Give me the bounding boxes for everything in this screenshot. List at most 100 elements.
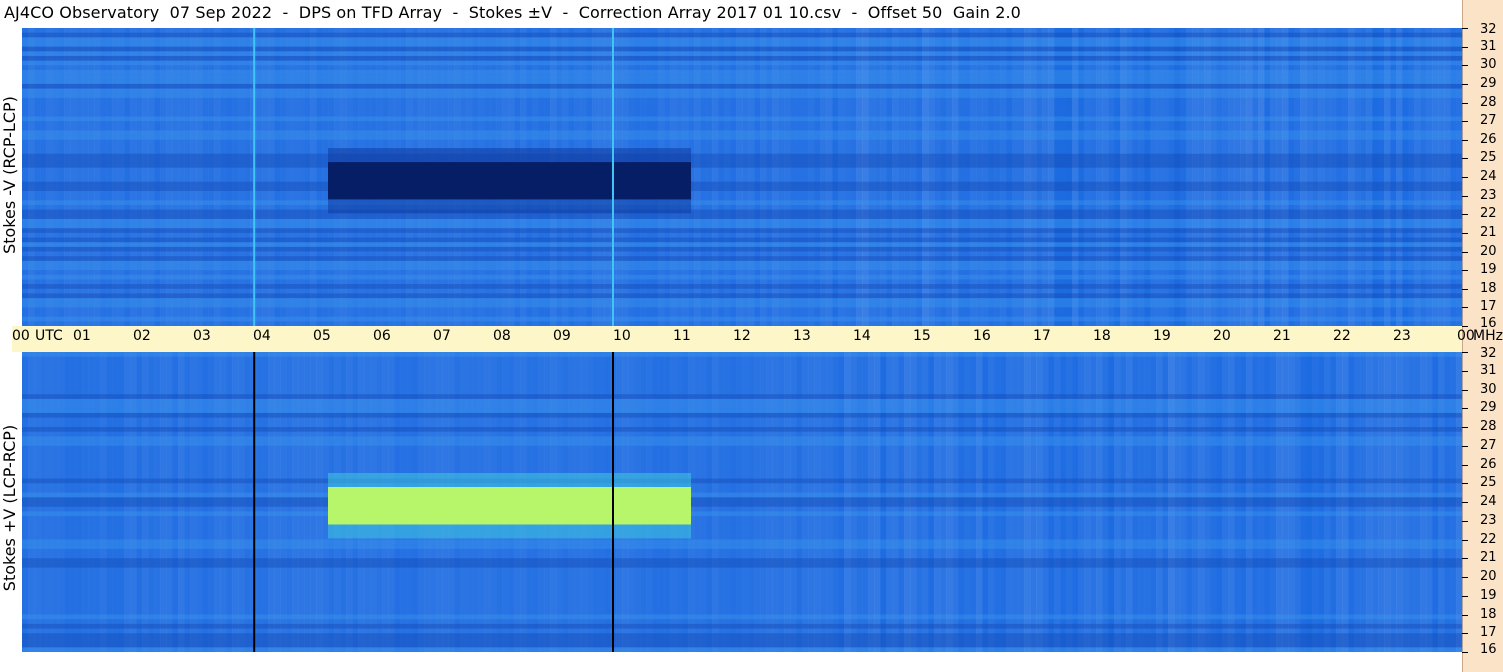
time-tick-label: 16 [973, 328, 991, 344]
frequency-tick-mark [1462, 445, 1468, 447]
bright-band [328, 487, 691, 525]
frequency-stripe [22, 427, 1462, 432]
time-tick-label: 10 [613, 328, 631, 344]
frequency-tick-mark [1462, 158, 1468, 160]
frequency-stripe [22, 398, 1462, 404]
time-tick-label: 05 [313, 328, 331, 344]
frequency-stripe [22, 302, 1462, 308]
frequency-tick-label: 29 [1480, 75, 1497, 91]
frequency-stripe [22, 316, 1462, 322]
frequency-tick-label: 16 [1480, 642, 1497, 657]
time-tick-label: 18 [1093, 328, 1111, 344]
frequency-tick-mark [1462, 427, 1468, 428]
frequency-stripe [22, 163, 1462, 168]
frequency-stripe [22, 74, 1462, 80]
frequency-tick-label: 20 [1480, 243, 1497, 259]
frequency-stripe [22, 200, 1462, 205]
frequency-tick-label: 24 [1480, 169, 1497, 184]
calibration-line [253, 352, 256, 652]
frequency-tick-label: 21 [1480, 550, 1497, 566]
frequency-stripe [22, 394, 1462, 399]
frequency-tick-mark [1462, 558, 1468, 560]
time-tick-label: 01 [73, 328, 91, 344]
frequency-tick-mark [1462, 408, 1468, 410]
time-tick-label: 22 [1333, 328, 1351, 344]
frequency-stripe [22, 633, 1462, 638]
time-tick-label: 07 [433, 328, 451, 344]
spectrogram-panel-1 [22, 352, 1463, 652]
calibration-line [612, 28, 614, 326]
frequency-tick-mark [1462, 121, 1468, 123]
frequency-tick-label: 19 [1480, 587, 1497, 603]
frequency-tick-mark [1462, 539, 1468, 541]
frequency-tick-label: 31 [1480, 38, 1497, 54]
time-tick-label: 23 [1393, 328, 1411, 344]
frequency-tick-mark [1462, 502, 1468, 503]
frequency-tick-mark [1462, 652, 1468, 653]
frequency-tick-mark [1462, 633, 1468, 635]
frequency-tick-mark [1462, 389, 1468, 391]
frequency-stripe [22, 256, 1462, 261]
time-tick-label: 11 [673, 328, 691, 344]
frequency-stripe [22, 539, 1462, 545]
frequency-tick-mark [1462, 83, 1468, 85]
frequency-stripe [22, 265, 1462, 271]
frequency-stripe [22, 408, 1462, 413]
frequency-tick-mark [1462, 464, 1468, 466]
frequency-tick-label: 23 [1480, 187, 1497, 203]
frequency-tick-mark [1462, 251, 1468, 253]
frequency-stripe [22, 79, 1462, 84]
frequency-stripe [22, 60, 1462, 66]
frequency-tick-label: 26 [1480, 456, 1497, 472]
frequency-stripe [22, 228, 1462, 233]
frequency-tick-label: 32 [1480, 22, 1497, 37]
frequency-tick-mark [1462, 352, 1468, 353]
time-tick-label: 09 [553, 328, 571, 344]
time-tick-label: 15 [913, 328, 931, 344]
frequency-stripe [22, 614, 1462, 620]
frequency-tick-label: 22 [1480, 531, 1497, 547]
frequency-stripe [22, 116, 1462, 122]
frequency-tick-label: 27 [1480, 437, 1497, 453]
time-tick-label: 14 [853, 328, 871, 344]
frequency-stripe [22, 511, 1462, 517]
frequency-stripe [22, 623, 1462, 629]
frequency-stripe [22, 153, 1462, 159]
frequency-tick-mark [1462, 595, 1468, 597]
frequency-stripe [22, 558, 1462, 563]
frequency-stripe [22, 412, 1462, 418]
frequency-tick-mark [1462, 139, 1468, 141]
frequency-tick-label: 30 [1480, 57, 1497, 73]
spectrogram-panel-0 [22, 28, 1463, 326]
frequency-stripe [22, 186, 1462, 191]
frequency-tick-label: 30 [1480, 381, 1497, 397]
dark-band [328, 162, 691, 200]
frequency-tick-label: 21 [1480, 224, 1497, 240]
time-tick-label: 08 [493, 328, 511, 344]
frequency-tick-label: 17 [1480, 625, 1497, 641]
time-tick-label: 00 [12, 328, 30, 344]
frequency-tick-mark [1462, 614, 1468, 616]
frequency-stripe [22, 562, 1462, 568]
frequency-stripe [22, 647, 1462, 652]
time-tick-label: 06 [373, 328, 391, 344]
time-tick-label: 21 [1273, 328, 1291, 344]
frequency-stripe [22, 284, 1462, 289]
frequency-tick-label: 32 [1480, 346, 1497, 361]
frequency-stripe [22, 130, 1462, 136]
frequency-tick-label: 20 [1480, 569, 1497, 584]
frequency-tick-label: 25 [1480, 475, 1497, 491]
frequency-tick-mark [1462, 307, 1468, 309]
frequency-tick-mark [1462, 214, 1468, 216]
frequency-stripe [22, 135, 1462, 140]
frequency-stripe [22, 88, 1462, 94]
frequency-stripe [22, 55, 1462, 61]
frequency-stripe [22, 352, 1462, 357]
frequency-tick-mark [1462, 270, 1468, 272]
frequency-stripe [22, 69, 1462, 75]
frequency-stripe [22, 293, 1462, 299]
frequency-tick-mark [1462, 177, 1468, 178]
frequency-tick-label: 29 [1480, 400, 1497, 416]
frequency-tick-label: 18 [1480, 606, 1497, 622]
frequency-tick-mark [1462, 46, 1468, 48]
